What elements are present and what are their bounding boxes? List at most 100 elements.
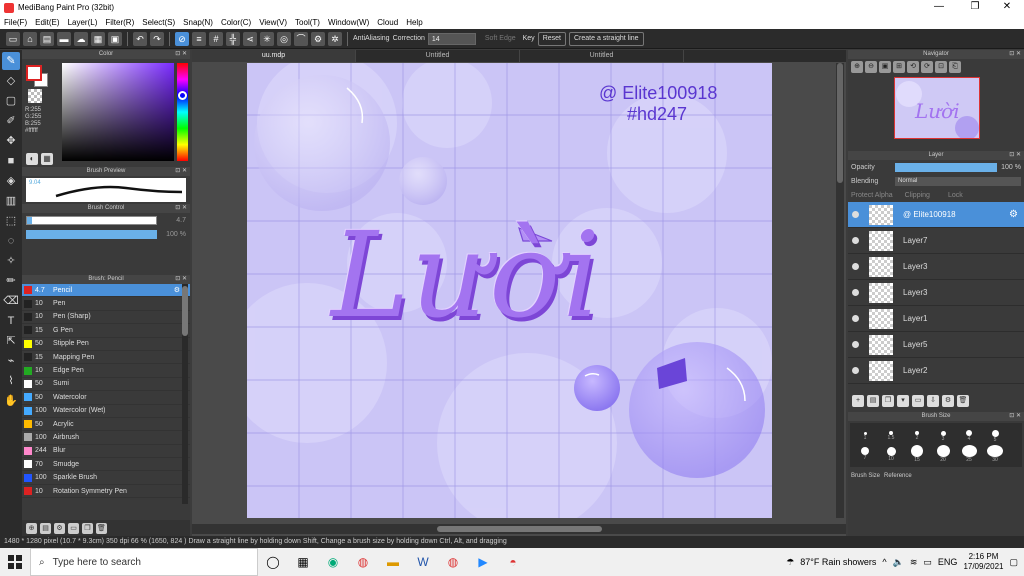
layer-folder-icon[interactable]: ▭: [912, 395, 924, 407]
menu-filter[interactable]: Filter(R): [105, 18, 134, 27]
language-indicator[interactable]: ENG: [938, 557, 958, 567]
brush-size-cell[interactable]: 5: [982, 427, 1008, 445]
weather-text[interactable]: 87°F Rain showers: [800, 557, 876, 567]
redo-icon[interactable]: ↷: [150, 31, 164, 46]
brush-size-cell[interactable]: 30: [982, 445, 1008, 463]
brush-item[interactable]: 15 G Pen: [22, 324, 190, 338]
medibang-icon[interactable]: ◓: [498, 548, 528, 576]
brush-item[interactable]: 15 Mapping Pen: [22, 351, 190, 365]
fit-icon[interactable]: ▣: [879, 61, 891, 73]
brush-item[interactable]: 50 Acrylic: [22, 418, 190, 432]
word-icon[interactable]: W: [408, 548, 438, 576]
windows-start-icon[interactable]: [0, 548, 30, 576]
layer-visibility-icon[interactable]: [852, 211, 859, 218]
brush-item[interactable]: 50 Stipple Pen: [22, 338, 190, 351]
select-eraser-tool-icon[interactable]: ⌫: [2, 292, 20, 310]
saturation-value-picker[interactable]: [62, 63, 174, 161]
hue-slider-handle[interactable]: [178, 91, 187, 100]
canvas-vertical-scrollbar[interactable]: [836, 63, 844, 518]
snap-cross-icon[interactable]: ╬: [226, 31, 240, 46]
divide-tool-icon[interactable]: ⌁: [2, 352, 20, 370]
gradient-tool-icon[interactable]: ▥: [2, 192, 20, 210]
menu-tool[interactable]: Tool(T): [295, 18, 320, 27]
menu-view[interactable]: View(V): [259, 18, 287, 27]
reset-button[interactable]: Reset: [537, 31, 566, 46]
brush-size-cell[interactable]: 25: [956, 445, 982, 463]
lasso-tool-icon[interactable]: ◌: [2, 232, 20, 250]
cloud-icon[interactable]: ☁: [74, 31, 88, 46]
operation-tool-icon[interactable]: ⇱: [2, 332, 20, 350]
eyedropper-tool-icon[interactable]: ⌇: [2, 372, 20, 390]
layer-visibility-icon[interactable]: [852, 237, 859, 244]
select-pen-tool-icon[interactable]: ✏: [2, 272, 20, 290]
menu-edit[interactable]: Edit(E): [35, 18, 59, 27]
tab-reference[interactable]: Reference: [884, 473, 912, 479]
layer-visibility-icon[interactable]: [852, 367, 859, 374]
brush-size-cell[interactable]: 1.5: [878, 427, 904, 445]
brush-size-cell[interactable]: 15: [904, 445, 930, 463]
tab-uu-mdp[interactable]: uu.mdp: [192, 50, 356, 62]
layer-menu-icon[interactable]: ▾: [897, 395, 909, 407]
actual-size-icon[interactable]: ⊞: [893, 61, 905, 73]
brush-size-cell[interactable]: 10: [878, 445, 904, 463]
blending-select[interactable]: Normal: [895, 176, 1021, 186]
brush-item[interactable]: 50 Watercolor: [22, 391, 190, 405]
brush-size-slider[interactable]: [26, 215, 157, 225]
hue-slider[interactable]: [177, 63, 188, 161]
new-halftone-layer-icon[interactable]: ▤: [867, 395, 879, 407]
hand-tool-icon[interactable]: ✋: [2, 392, 20, 410]
layer-row[interactable]: @ Elite100918 ⚙: [848, 202, 1024, 228]
lock-checkbox[interactable]: Lock: [948, 192, 963, 199]
file-explorer-icon[interactable]: ▬: [378, 548, 408, 576]
menu-file[interactable]: File(F): [4, 18, 27, 27]
new-file-icon[interactable]: ▭: [6, 31, 20, 46]
reset-rotation-icon[interactable]: ⊡: [935, 61, 947, 73]
brush-size-cell[interactable]: 20: [930, 445, 956, 463]
text-tool-icon[interactable]: T: [2, 312, 20, 330]
add-brush-icon[interactable]: ⊕: [26, 522, 37, 534]
snap-circle-icon[interactable]: ◎: [277, 31, 291, 46]
layer-opacity-slider[interactable]: [895, 162, 998, 172]
layer-gear-icon[interactable]: ⚙: [1009, 209, 1018, 220]
fill-pen-tool-icon[interactable]: ✐: [2, 112, 20, 130]
correction-select[interactable]: 14: [427, 32, 476, 45]
move-tool-icon[interactable]: ✥: [2, 132, 20, 150]
shape-tool-icon[interactable]: ■: [2, 152, 20, 170]
menu-select[interactable]: Select(S): [142, 18, 175, 27]
protect-alpha-checkbox[interactable]: Protect Alpha: [851, 192, 893, 199]
select-tool-icon[interactable]: ⬚: [2, 212, 20, 230]
tab-brush-size[interactable]: Brush Size: [851, 473, 880, 479]
brush-item[interactable]: 100 Airbrush: [22, 431, 190, 445]
snap-gear-icon[interactable]: ✲: [328, 31, 342, 46]
color-wheel-icon[interactable]: ◐: [26, 153, 38, 165]
layer-row[interactable]: Layer5: [848, 332, 1024, 358]
snap-parallel-icon[interactable]: ≡: [192, 31, 206, 46]
magic-wand-tool-icon[interactable]: ✧: [2, 252, 20, 270]
bucket-tool-icon[interactable]: ◈: [2, 172, 20, 190]
open-file-icon[interactable]: ⌂: [23, 31, 37, 46]
brush-size-cell[interactable]: 3: [930, 427, 956, 445]
snap-curve-icon[interactable]: ⌒: [294, 31, 308, 46]
zoom-app-icon[interactable]: ▶: [468, 548, 498, 576]
brush-item[interactable]: 50 Sumi: [22, 378, 190, 392]
brush-folder-icon[interactable]: ▭: [68, 522, 79, 534]
color-palette-icon[interactable]: ▦: [41, 153, 53, 165]
brush-settings-gear-icon[interactable]: ⚙: [174, 286, 180, 294]
layer-visibility-icon[interactable]: [852, 263, 859, 270]
new-layer-icon[interactable]: +: [852, 395, 864, 407]
menu-color[interactable]: Color(C): [221, 18, 251, 27]
brush-item[interactable]: 10 Pen: [22, 297, 190, 311]
snap-settings-icon[interactable]: ⚙: [311, 31, 325, 46]
transparent-color-swatch[interactable]: [28, 89, 42, 103]
brush-delete-icon[interactable]: 🗑: [96, 522, 107, 534]
taskbar-search-input[interactable]: ⌕ Type here to search: [30, 548, 258, 576]
clock[interactable]: 2:16 PM 17/09/2021: [963, 552, 1003, 572]
clipping-checkbox[interactable]: Clipping: [905, 192, 930, 199]
brush-item[interactable]: 244 Blur: [22, 445, 190, 459]
undo-icon[interactable]: ↶: [133, 31, 147, 46]
brush-item[interactable]: 10 Pen (Sharp): [22, 311, 190, 325]
tab-untitled-2[interactable]: Untitled: [520, 50, 684, 62]
brush-item[interactable]: 100 Sparkle Brush: [22, 471, 190, 485]
duplicate-layer-icon[interactable]: ❐: [882, 395, 894, 407]
brush-copy-icon[interactable]: ❐: [82, 522, 93, 534]
